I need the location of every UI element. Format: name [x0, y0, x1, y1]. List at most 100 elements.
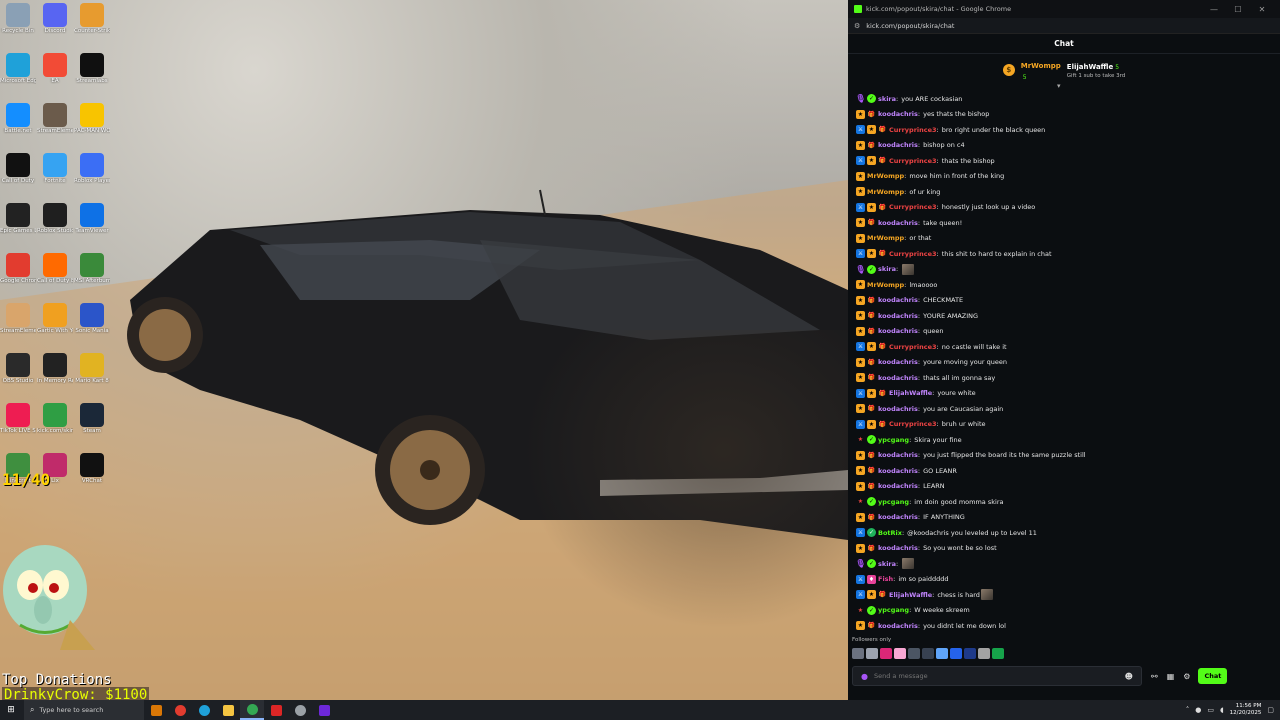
gift-badge-icon[interactable]: 🎁	[867, 373, 876, 382]
close-icon[interactable]: ✕	[1250, 5, 1274, 14]
desktop-shortcut[interactable]: kick.com/skira Chrome	[37, 403, 73, 434]
gift-badge-icon[interactable]: 🎁	[867, 141, 876, 150]
desktop-shortcut[interactable]: Microsoft Edge	[0, 53, 36, 84]
chevron-up-icon[interactable]: ˄	[1186, 706, 1190, 714]
desktop-shortcut[interactable]: MSI Afterburner	[74, 253, 110, 284]
bot-badge-icon[interactable]: ✓	[867, 528, 876, 538]
gift-badge-icon[interactable]: 🎁	[878, 420, 887, 429]
chat-username[interactable]: skira	[878, 95, 896, 103]
subscriber-badge-icon[interactable]: ★	[856, 326, 865, 336]
vip-badge-icon[interactable]: ♦	[867, 574, 876, 584]
moderator-badge-icon[interactable]: ⚔	[856, 342, 865, 352]
desktop-shortcut[interactable]: PAC-MAN WORLD	[74, 103, 110, 134]
desktop-shortcut[interactable]: Google Chrome	[0, 253, 36, 284]
moderator-badge-icon[interactable]: ⚔	[856, 574, 865, 584]
chat-username[interactable]: skira	[878, 265, 896, 273]
calendar-icon[interactable]: ▦	[1167, 672, 1175, 681]
volume-icon[interactable]: ◖	[1220, 706, 1224, 714]
subscriber-badge-icon[interactable]: ★	[867, 125, 876, 135]
subscriber-badge-icon[interactable]: ★	[856, 280, 865, 290]
chat-input-box[interactable]: ● ☻	[852, 666, 1142, 686]
moderator-badge-icon[interactable]: ⚔	[856, 590, 865, 600]
network-icon[interactable]: ▭	[1207, 706, 1214, 714]
subscriber-badge-icon[interactable]: ★	[856, 481, 865, 491]
chat-username[interactable]: Curryprince3	[889, 157, 937, 165]
emote[interactable]	[866, 648, 878, 659]
emote[interactable]	[992, 648, 1004, 659]
moderator-badge-icon[interactable]: ⚔	[856, 388, 865, 398]
site-info-icon[interactable]: ⚙	[854, 22, 860, 30]
taskbar-widgets-icon[interactable]	[144, 700, 168, 720]
chat-username[interactable]: koodachris	[878, 544, 918, 552]
chat-username[interactable]: Curryprince3	[889, 420, 937, 428]
moderator-badge-icon[interactable]: ⚔	[856, 419, 865, 429]
desktop-shortcut[interactable]: Sonic Mania	[74, 303, 110, 334]
desktop-shortcut[interactable]: TeamViewer	[74, 203, 110, 234]
subscriber-badge-icon[interactable]: ★	[856, 450, 865, 460]
chat-username[interactable]: koodachris	[878, 110, 918, 118]
desktop-shortcut[interactable]: StreamElements SE.Live	[37, 103, 73, 134]
taskbar-file-explorer-icon[interactable]	[216, 700, 240, 720]
emote[interactable]	[964, 648, 976, 659]
gift-badge-icon[interactable]: 🎁	[867, 404, 876, 413]
desktop-shortcut[interactable]: Counter-Strike 2	[74, 3, 110, 34]
gift-badge-icon[interactable]: 🎁	[867, 311, 876, 320]
desktop-shortcut[interactable]: In Memory Redux	[37, 353, 73, 384]
subscriber-badge-icon[interactable]: ★	[856, 357, 865, 367]
desktop-shortcut[interactable]: Streamlabs	[74, 53, 110, 84]
gift-badge-icon[interactable]: 🎁	[867, 296, 876, 305]
verified-badge-icon[interactable]: ✓	[867, 559, 876, 569]
chat-username[interactable]: koodachris	[878, 405, 918, 413]
subscriber-badge-icon[interactable]: ★	[856, 311, 865, 321]
verified-badge-icon[interactable]: ✓	[867, 94, 876, 104]
subscriber-badge-icon[interactable]: ★	[856, 512, 865, 522]
subscriber-badge-icon[interactable]: ★	[856, 109, 865, 119]
chat-username[interactable]: koodachris	[878, 358, 918, 366]
chat-username[interactable]: koodachris	[878, 467, 918, 475]
chat-username[interactable]: koodachris	[878, 296, 918, 304]
desktop-shortcut[interactable]: TikTok LIVE Studio	[0, 403, 36, 434]
desktop-shortcut[interactable]: Battle.net	[0, 103, 36, 134]
chat-username[interactable]: koodachris	[878, 451, 918, 459]
subscriber-badge-icon[interactable]: ★	[867, 590, 876, 600]
chat-username[interactable]: Curryprince3	[889, 250, 937, 258]
chat-username[interactable]: koodachris	[878, 141, 918, 149]
desktop-shortcut[interactable]: Mario Kart 8	[74, 353, 110, 384]
chat-username[interactable]: Curryprince3	[889, 203, 937, 211]
subscriber-badge-icon[interactable]: ★	[867, 388, 876, 398]
gift-badge-icon[interactable]: 🎁	[867, 358, 876, 367]
desktop-shortcut[interactable]: Fortnite	[37, 153, 73, 184]
desktop-shortcut[interactable]: Gartic With Your Friends	[37, 303, 73, 334]
chat-emote[interactable]	[980, 589, 993, 601]
chat-username[interactable]: ElijahWaffle	[889, 591, 932, 599]
desktop-shortcut[interactable]: EA	[37, 53, 73, 84]
minimize-icon[interactable]: —	[1202, 5, 1226, 14]
chat-username[interactable]: koodachris	[878, 482, 918, 490]
subscriber-badge-icon[interactable]: ★	[867, 156, 876, 166]
subscriber-badge-icon[interactable]: ★	[856, 373, 865, 383]
chat-emote[interactable]	[902, 263, 915, 275]
chat-username[interactable]: koodachris	[878, 374, 918, 382]
gear-icon[interactable]: ⚙	[1183, 672, 1190, 681]
emote[interactable]	[950, 648, 962, 659]
subscriber-badge-icon[interactable]: ★	[867, 202, 876, 212]
moderator-badge-icon[interactable]: ⚔	[856, 202, 865, 212]
message-input[interactable]	[873, 672, 1125, 680]
verified-badge-icon[interactable]: ✓	[867, 497, 876, 507]
emote[interactable]	[880, 648, 892, 659]
desktop-shortcut[interactable]: StreamElements SE.Live	[0, 303, 36, 334]
url-text[interactable]: kick.com/popout/skira/chat	[866, 22, 954, 30]
chevron-down-icon[interactable]: ▾	[1057, 82, 1061, 90]
chat-username[interactable]: MrWompp	[867, 188, 904, 196]
chat-username[interactable]: MrWompp	[867, 172, 904, 180]
microphone-icon[interactable]: ●	[1195, 706, 1201, 714]
emote[interactable]	[978, 648, 990, 659]
desktop-shortcut[interactable]: Recycle Bin	[0, 3, 36, 34]
subscriber-badge-icon[interactable]: ★	[856, 621, 865, 631]
emoji-icon[interactable]: ☻	[1125, 672, 1133, 681]
gift-badge-icon[interactable]: 🎁	[867, 110, 876, 119]
desktop-shortcut[interactable]: OBS Studio	[0, 353, 36, 384]
desktop-shortcut[interactable]: Roblox Studio	[37, 203, 73, 234]
chat-username[interactable]: ypcgang	[878, 498, 909, 506]
maximize-icon[interactable]: ☐	[1226, 5, 1250, 14]
